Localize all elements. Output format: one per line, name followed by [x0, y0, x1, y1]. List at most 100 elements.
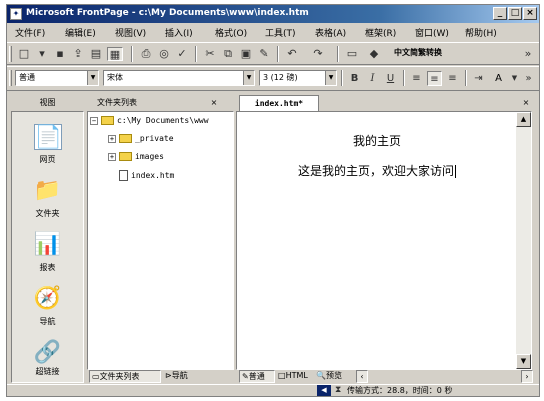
- tree-item[interactable]: index.htm: [119, 170, 174, 181]
- document-tab[interactable]: index.htm*: [239, 95, 319, 111]
- toolbar-overflow-icon[interactable]: »: [521, 71, 536, 86]
- view-label: 文件夹: [35, 209, 60, 218]
- close-button[interactable]: ×: [523, 7, 537, 20]
- menu-tools[interactable]: 工具(T): [265, 26, 296, 39]
- maximize-button[interactable]: □: [508, 7, 522, 20]
- document-body-text: 这是我的主页，欢迎大家访问: [297, 164, 454, 178]
- vertical-scrollbar[interactable]: ▲ ▼: [516, 112, 531, 369]
- html-file-icon: [119, 170, 128, 181]
- tab-scroll-button[interactable]: ‹: [356, 370, 368, 383]
- view-hyperlinks[interactable]: 🔗 超链接: [12, 336, 83, 382]
- expand-icon[interactable]: +: [108, 152, 116, 161]
- html-view-label: HTML: [285, 371, 308, 380]
- font-select[interactable]: 宋体 ▼: [103, 70, 255, 86]
- view-label: 网页: [39, 155, 56, 164]
- formatting-toolbar: 普通 ▼ 宋体 ▼ 3 (12 磅) ▼ B I U ≡ ≡ ≡ ⇥ A ▼ »: [7, 66, 539, 91]
- print-icon[interactable]: ⎙: [139, 47, 153, 61]
- folder-icon: [101, 116, 114, 125]
- folder-list-title: 文件夹列表: [97, 98, 137, 107]
- view-folders[interactable]: 📁 文件夹: [12, 174, 83, 228]
- tree-item[interactable]: + _private: [108, 134, 174, 143]
- views-bar-title: 视图: [39, 98, 56, 107]
- align-center-icon[interactable]: ≡: [427, 71, 442, 86]
- menu-edit[interactable]: 编辑(E): [65, 26, 96, 39]
- page-editor[interactable]: 我的主页 这是我的主页，欢迎大家访问 ▲ ▼: [236, 111, 532, 370]
- chevron-down-icon[interactable]: ▼: [325, 71, 336, 85]
- save-icon[interactable]: ▪: [53, 47, 67, 61]
- chevron-down-icon[interactable]: ▼: [243, 71, 254, 85]
- minimize-button[interactable]: _: [493, 7, 507, 20]
- chevron-down-icon[interactable]: ▼: [507, 71, 522, 86]
- tree-root[interactable]: − c:\My Documents\www: [90, 116, 209, 125]
- italic-button[interactable]: I: [365, 71, 380, 86]
- html-view-icon: □: [278, 371, 286, 380]
- scroll-down-icon[interactable]: ▼: [516, 354, 531, 369]
- navigation-tab-label: 导航: [171, 371, 188, 380]
- folder-list-tab[interactable]: ▭文件夹列表: [89, 370, 161, 383]
- view-label: 报表: [39, 263, 56, 272]
- publish-icon[interactable]: ⇪: [71, 47, 85, 61]
- menu-help[interactable]: 帮助(H): [465, 26, 497, 39]
- status-bar: ◀ ⧗ 传输方式：28.8，时间：0 秒: [7, 384, 539, 396]
- menu-frames[interactable]: 框架(R): [365, 26, 396, 39]
- undo-icon[interactable]: ↶: [285, 47, 299, 61]
- font-value: 宋体: [107, 73, 123, 82]
- menu-bar: 文件(F) 编辑(E) 视图(V) 插入(I) 格式(O) 工具(T) 表格(A…: [7, 23, 539, 40]
- chevron-down-icon[interactable]: ▼: [87, 71, 98, 85]
- menu-format[interactable]: 格式(O): [215, 26, 247, 39]
- toolbar-grip[interactable]: [9, 46, 12, 62]
- folder-list-icon[interactable]: ▤: [89, 47, 103, 61]
- html-view-tab[interactable]: □HTML: [278, 370, 314, 383]
- close-document-icon[interactable]: ×: [519, 95, 533, 111]
- size-select[interactable]: 3 (12 磅) ▼: [259, 70, 337, 86]
- indent-icon[interactable]: ⇥: [471, 71, 486, 86]
- view-navigation[interactable]: 🧭 导航: [12, 282, 83, 336]
- copy-icon[interactable]: ⧉: [221, 47, 235, 61]
- view-reports[interactable]: 📊 报表: [12, 228, 83, 282]
- close-folder-list-icon[interactable]: ×: [207, 95, 221, 111]
- menu-file[interactable]: 文件(F): [15, 26, 45, 39]
- menu-insert[interactable]: 插入(I): [165, 26, 193, 39]
- normal-view-tab[interactable]: ✎普通: [239, 370, 275, 383]
- toolbar-overflow-icon[interactable]: »: [521, 47, 535, 61]
- menu-table[interactable]: 表格(A): [315, 26, 346, 39]
- format-painter-icon[interactable]: ✎: [257, 47, 271, 61]
- normal-view-label: 普通: [248, 372, 265, 381]
- bold-button[interactable]: B: [347, 71, 362, 86]
- page-view-icon: 📄: [33, 124, 62, 150]
- scroll-right-icon[interactable]: ›: [521, 370, 533, 383]
- view-page[interactable]: 📄 网页: [12, 120, 83, 174]
- align-right-icon[interactable]: ≡: [445, 71, 460, 86]
- standard-toolbar: □ ▾ ▪ ⇪ ▤ ▦ ⎙ ◎ ✓ ✂ ⧉ ▣ ✎ ↶ ↷ ▭ ◆ 中文简繁转换…: [7, 42, 539, 65]
- open-icon[interactable]: ▾: [35, 47, 49, 61]
- toolbar-grip[interactable]: [9, 70, 12, 86]
- frontpage-app-icon: ✦: [10, 8, 22, 20]
- preview-tab[interactable]: 🔍预览: [316, 370, 352, 383]
- collapse-icon[interactable]: −: [90, 116, 98, 125]
- spelling-icon[interactable]: ✓: [175, 47, 189, 61]
- align-left-icon[interactable]: ≡: [409, 71, 424, 86]
- menu-view[interactable]: 视图(V): [115, 26, 146, 39]
- bottom-tabs: ▭文件夹列表 ⊳导航 ✎普通 □HTML 🔍预览 ‹ ›: [87, 370, 533, 384]
- menu-window[interactable]: 窗口(W): [415, 26, 449, 39]
- folder-list-pane: − c:\My Documents\www + _private + images i…: [87, 111, 234, 370]
- tree-item[interactable]: + images: [108, 152, 164, 161]
- convert-button[interactable]: 中文简繁转换: [391, 46, 526, 62]
- paste-icon[interactable]: ▣: [239, 47, 253, 61]
- expand-icon[interactable]: +: [108, 134, 116, 143]
- view-label: 超链接: [35, 367, 60, 376]
- cut-icon[interactable]: ✂: [203, 47, 217, 61]
- hyperlink-icon[interactable]: ◆: [367, 47, 381, 61]
- preview-in-browser-icon[interactable]: ◎: [157, 47, 171, 61]
- new-page-icon[interactable]: □: [17, 47, 31, 61]
- navigation-tab[interactable]: ⊳导航: [165, 370, 205, 383]
- insert-component-icon[interactable]: ▭: [345, 47, 359, 61]
- font-color-icon[interactable]: A: [491, 71, 506, 86]
- views-icon[interactable]: ▦: [107, 47, 123, 61]
- redo-icon[interactable]: ↷: [311, 47, 325, 61]
- view-label: 导航: [39, 317, 56, 326]
- scroll-up-icon[interactable]: ▲: [516, 112, 531, 127]
- size-value: 3 (12 磅): [263, 73, 298, 82]
- style-select[interactable]: 普通 ▼: [15, 70, 99, 86]
- underline-button[interactable]: U: [383, 71, 398, 86]
